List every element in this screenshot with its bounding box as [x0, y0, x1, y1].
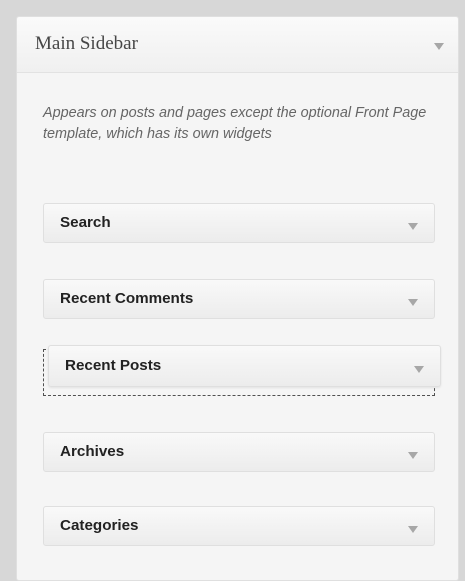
widget-categories[interactable]: Categories [43, 506, 435, 546]
sidebar-description: Appears on posts and pages except the op… [43, 105, 427, 142]
widget-title: Recent Posts [65, 357, 162, 374]
widget-recent-comments[interactable]: Recent Comments [43, 279, 435, 319]
sidebar-title: Main Sidebar [35, 33, 138, 54]
widget-title: Search [60, 214, 111, 231]
chevron-down-icon[interactable] [408, 299, 418, 306]
sidebar-header[interactable]: Main Sidebar [17, 17, 458, 73]
chevron-down-icon[interactable] [408, 452, 418, 459]
chevron-down-icon[interactable] [408, 526, 418, 533]
widget-search[interactable]: Search [43, 203, 435, 243]
widget-title: Archives [60, 443, 125, 460]
widget-archives[interactable]: Archives [43, 432, 435, 472]
widget-recent-posts[interactable]: Recent Posts [48, 345, 441, 387]
chevron-down-icon[interactable] [434, 43, 444, 50]
widget-title: Categories [60, 517, 139, 534]
chevron-down-icon[interactable] [414, 366, 424, 373]
widget-title: Recent Comments [60, 290, 194, 307]
chevron-down-icon[interactable] [408, 223, 418, 230]
